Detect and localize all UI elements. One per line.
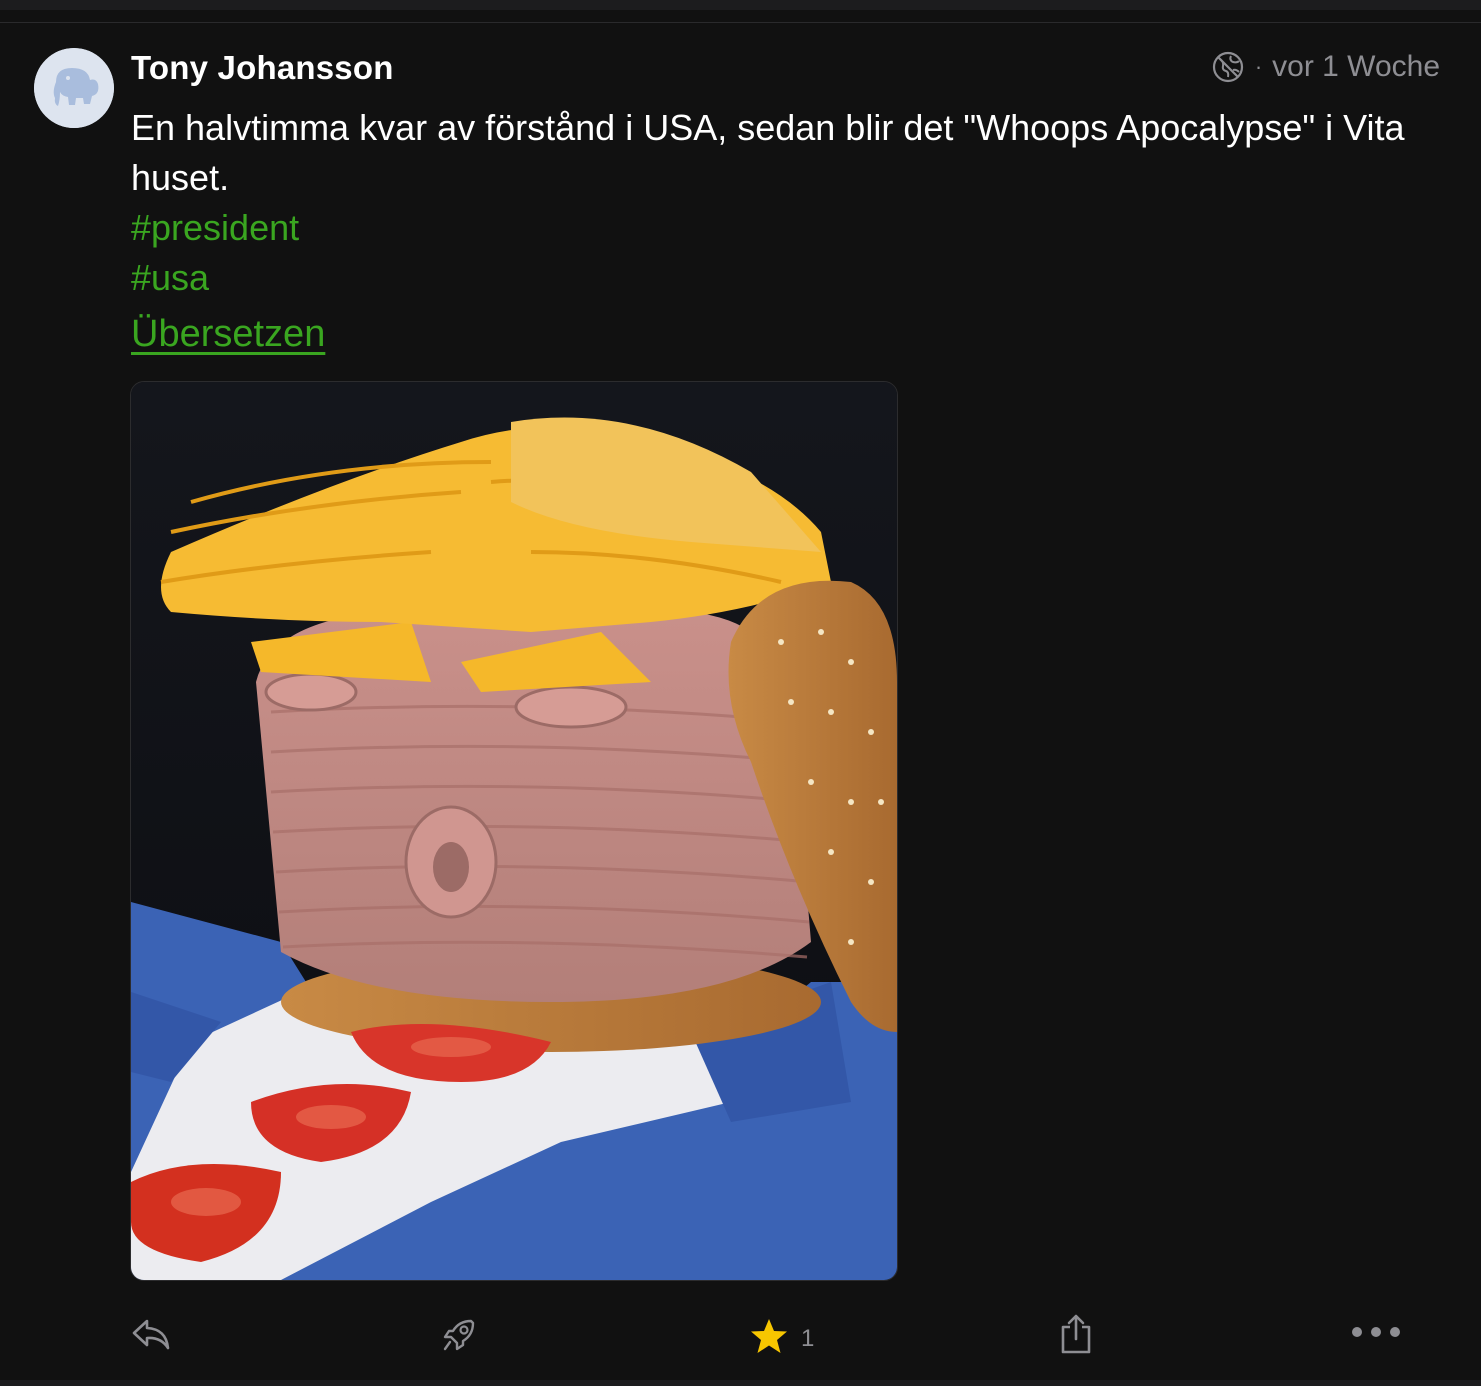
sandwich-face-image xyxy=(131,382,897,1280)
meta-separator: · xyxy=(1254,54,1263,79)
globe-slash-icon xyxy=(1211,50,1245,84)
rocket-icon xyxy=(441,1315,479,1358)
post-card[interactable]: Tony Johansson · vor 1 Woche En halvtimm… xyxy=(0,23,1481,1380)
top-strip xyxy=(0,0,1481,10)
avatar[interactable] xyxy=(34,48,114,128)
action-bar: 1 xyxy=(0,1313,1481,1363)
more-icon xyxy=(1350,1325,1402,1344)
favourite-button[interactable]: 1 xyxy=(749,1317,814,1360)
share-icon xyxy=(1058,1313,1094,1360)
reply-icon xyxy=(131,1317,171,1356)
translate-link[interactable]: Übersetzen xyxy=(131,313,325,356)
hashtag-president[interactable]: #president xyxy=(131,203,1451,253)
more-button[interactable] xyxy=(1350,1325,1402,1344)
star-icon xyxy=(749,1317,789,1360)
post-image[interactable] xyxy=(130,381,898,1281)
share-button[interactable] xyxy=(1058,1313,1094,1360)
post-meta: · vor 1 Woche xyxy=(1211,50,1440,84)
bottom-divider xyxy=(0,1380,1481,1386)
reply-button[interactable] xyxy=(131,1317,171,1356)
hashtag-usa[interactable]: #usa xyxy=(131,253,1451,303)
boost-button[interactable] xyxy=(441,1315,479,1358)
elephant-avatar-icon xyxy=(34,48,114,128)
post-text: En halvtimma kvar av förstånd i USA, sed… xyxy=(131,107,1405,198)
favourite-count: 1 xyxy=(801,1324,815,1352)
timestamp[interactable]: vor 1 Woche xyxy=(1272,50,1440,84)
post-content: En halvtimma kvar av förstånd i USA, sed… xyxy=(131,103,1451,303)
author-name[interactable]: Tony Johansson xyxy=(131,49,394,87)
